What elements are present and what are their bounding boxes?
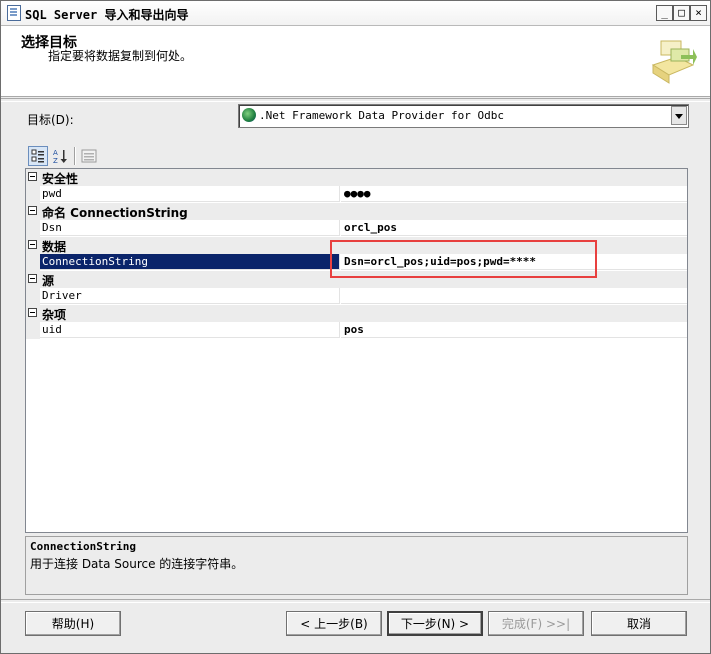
toolbar-separator [74,147,76,165]
chevron-down-icon[interactable] [671,106,687,125]
property-row-dsn[interactable]: Dsn orcl_pos [26,220,687,237]
description-text: 用于连接 Data Source 的连接字符串。 [30,557,244,571]
property-row-pwd[interactable]: pwd ●●●● [26,186,687,203]
category-label: 数据 [42,240,67,254]
svg-text:Z: Z [53,157,58,164]
category-label: 源 [42,274,55,288]
help-button[interactable]: 帮助(H) [25,611,121,636]
collapse-icon[interactable] [28,206,37,215]
collapse-icon[interactable] [28,308,37,317]
next-button[interactable]: 下一步(N) > [387,611,483,636]
category-label: 安全性 [42,172,79,186]
window-title: SQL Server 导入和导出向导 [25,8,189,22]
property-value[interactable]: orcl_pos [341,220,687,236]
minimize-button[interactable]: _ [656,5,673,21]
destination-combobox[interactable]: .Net Framework Data Provider for Odbc [238,104,689,128]
collapse-icon[interactable] [28,274,37,283]
property-category[interactable]: 安全性 [26,169,687,186]
property-category[interactable]: 杂项 [26,305,687,322]
property-pages-icon [81,149,97,163]
property-name: Driver [40,288,340,304]
property-value[interactable]: pos [341,322,687,338]
property-name: uid [40,322,340,338]
property-name: ConnectionString [40,254,340,270]
maximize-button[interactable]: □ [673,5,690,21]
description-panel: ConnectionString 用于连接 Data Source 的连接字符串… [25,536,688,595]
categorized-icon [31,149,44,163]
finish-button[interactable]: 完成(F) >>| [488,611,584,636]
back-button[interactable]: < 上一步(B) [286,611,382,636]
alphabetical-sort-icon: A Z [53,149,67,164]
collapse-icon[interactable] [28,172,37,181]
property-value[interactable] [341,288,687,304]
page-subtitle: 指定要将数据复制到何处。 [48,49,193,63]
wizard-header: 选择目标 指定要将数据复制到何处。 [1,26,710,97]
category-label: 命名 ConnectionString [42,206,188,220]
close-button[interactable]: × [690,5,707,21]
destination-label: 目标(D): [27,113,74,127]
svg-text:A: A [53,149,58,157]
odbc-globe-icon [242,108,256,122]
collapse-icon[interactable] [28,240,37,249]
property-value[interactable]: ●●●● [341,186,687,202]
annotation-highlight-box [330,240,597,278]
footer-divider [1,599,710,603]
property-row-driver[interactable]: Driver [26,288,687,305]
categorized-button[interactable] [28,146,48,166]
property-pages-button[interactable] [79,146,99,166]
description-title: ConnectionString [30,540,136,553]
destination-value: .Net Framework Data Provider for Odbc [259,109,505,122]
cancel-button[interactable]: 取消 [591,611,687,636]
app-icon [7,5,21,21]
property-category[interactable]: 命名 ConnectionString [26,203,687,220]
wizard-logo-icon [649,37,697,85]
property-row-uid[interactable]: uid pos [26,322,687,339]
title-bar[interactable]: SQL Server 导入和导出向导 _ □ × [1,1,710,26]
category-label: 杂项 [42,308,67,322]
alphabetical-button[interactable]: A Z [50,146,70,166]
property-grid[interactable]: 安全性 pwd ●●●● 命名 ConnectionString Dsn orc… [25,168,688,533]
property-name: pwd [40,186,340,202]
property-name: Dsn [40,220,340,236]
header-divider [1,98,710,102]
wizard-window: SQL Server 导入和导出向导 _ □ × 选择目标 指定要将数据复制到何… [0,0,711,654]
